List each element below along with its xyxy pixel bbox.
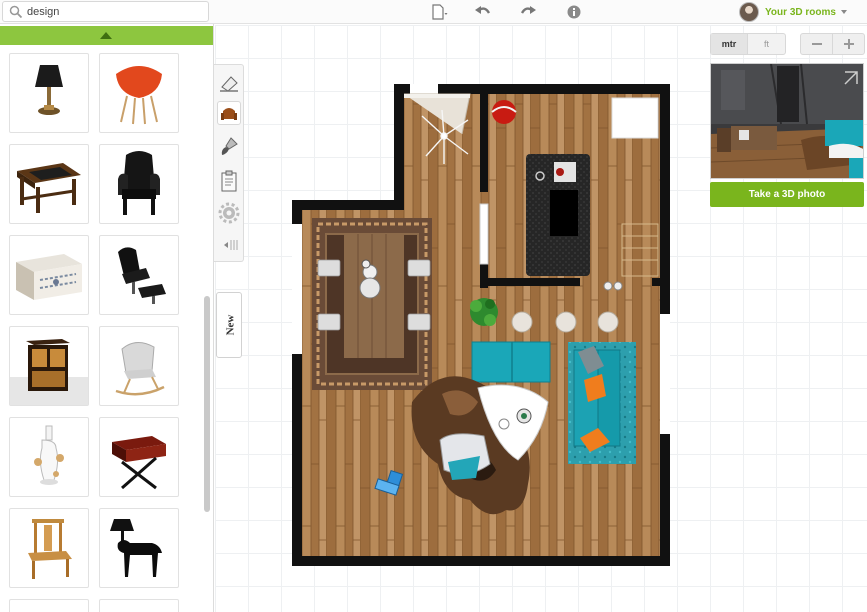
undo-icon[interactable] (474, 4, 492, 20)
eraser-icon[interactable] (217, 71, 241, 95)
catalog-item-wooden-cabinet[interactable] (9, 326, 89, 406)
catalog-item[interactable] (99, 599, 179, 612)
tool-palette (214, 64, 244, 262)
avatar[interactable] (739, 2, 759, 22)
chevron-down-icon[interactable] (840, 10, 847, 14)
catalog-scrollbar[interactable] (204, 296, 210, 512)
account-label[interactable]: Your 3D rooms (765, 7, 836, 18)
take-3d-photo-button[interactable]: Take a 3D photo (710, 182, 864, 207)
zoom-controls (800, 33, 865, 55)
top-toolbar: Your 3D rooms (0, 0, 867, 24)
zoom-in-button[interactable] (832, 34, 864, 54)
catalog-item-red-side-table[interactable] (99, 417, 179, 497)
door-frame (404, 94, 470, 98)
furniture-tool[interactable] (217, 101, 241, 125)
armchair-icon (221, 108, 237, 120)
teal-bench (471, 341, 551, 383)
plant (470, 298, 498, 326)
catalog-item-wooden-chair[interactable] (9, 508, 89, 588)
minus-icon (812, 43, 822, 45)
search-input[interactable] (27, 4, 205, 20)
plus-icon-vertical (848, 39, 851, 49)
furniture-catalog (0, 24, 214, 612)
catalog-item-black-armchair[interactable] (99, 144, 179, 224)
catalog-item-white-vase[interactable] (9, 417, 89, 497)
catalog-scroll-up-button[interactable] (0, 26, 213, 45)
catalog-item-lounge-chair[interactable] (99, 235, 179, 315)
collapse-panel-icon[interactable] (217, 233, 241, 257)
catalog-item-rocking-chair[interactable] (99, 326, 179, 406)
unit-metric-button[interactable]: mtr (711, 34, 749, 54)
unit-imperial-button[interactable]: ft (748, 34, 785, 54)
catalog-item-wooden-desk[interactable] (9, 144, 89, 224)
gear-icon[interactable] (217, 201, 241, 225)
new-plan-label[interactable]: New (224, 315, 236, 336)
app: Your 3D rooms (0, 0, 867, 612)
search-icon (9, 5, 23, 19)
3d-preview[interactable] (710, 63, 864, 179)
cooktop (550, 190, 578, 236)
catalog-item-white-chest[interactable] (9, 235, 89, 315)
paint-brush-icon[interactable] (217, 135, 241, 159)
3d-preview-image (711, 64, 863, 178)
new-document-icon[interactable] (430, 4, 448, 20)
catalog-item[interactable] (9, 599, 89, 612)
arrow-up-icon (100, 32, 112, 39)
unit-switch: mtr ft (710, 33, 786, 55)
info-icon[interactable] (565, 4, 583, 20)
catalog-item-table-lamp[interactable] (9, 53, 89, 133)
zoom-out-button[interactable] (801, 34, 832, 54)
catalog-item-horse-lamp[interactable] (99, 508, 179, 588)
account-menu[interactable]: Your 3D rooms (739, 1, 847, 23)
bar-stools (511, 311, 619, 333)
catalog-item-orange-armchair[interactable] (99, 53, 179, 133)
red-stool (492, 100, 516, 124)
clipboard-icon[interactable] (217, 169, 241, 193)
new-plan-tab[interactable]: New (216, 292, 242, 358)
floor-plan[interactable] (292, 84, 672, 566)
kitchen-sink (611, 97, 659, 139)
search-box[interactable] (2, 1, 209, 22)
window (479, 203, 489, 265)
redo-icon[interactable] (519, 4, 537, 20)
